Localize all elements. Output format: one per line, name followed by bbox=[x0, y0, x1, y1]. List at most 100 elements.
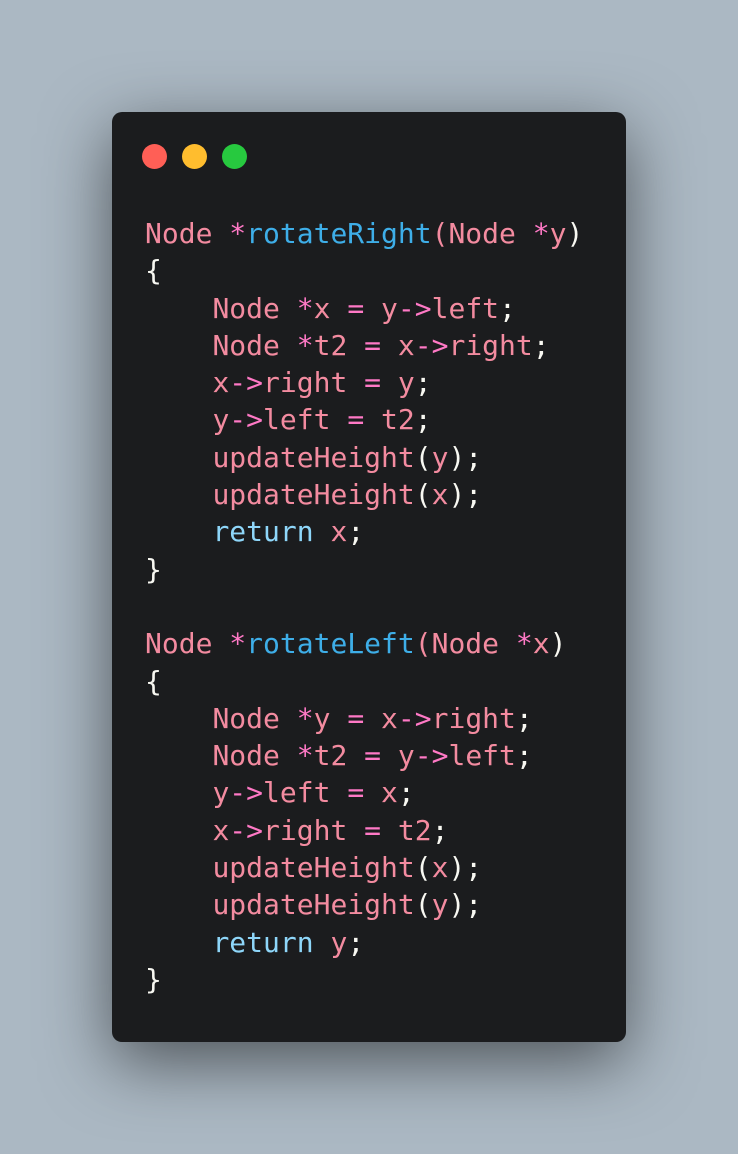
code-token: = bbox=[364, 366, 382, 400]
code-token: } bbox=[145, 962, 162, 996]
code-token: return bbox=[212, 925, 314, 959]
code-token: -> bbox=[229, 403, 264, 437]
code-token: * bbox=[296, 291, 314, 325]
code-token: x bbox=[431, 851, 449, 885]
code-token: return bbox=[212, 515, 314, 549]
code-line: Node *y = x->right; bbox=[145, 700, 583, 737]
code-token: Node bbox=[145, 217, 213, 250]
code-token: Node bbox=[145, 627, 213, 661]
code-token: left bbox=[431, 291, 500, 325]
code-token: updateHeight bbox=[212, 478, 415, 512]
code-token: right bbox=[263, 813, 348, 847]
code-line: Node *t2 = y->left; bbox=[145, 737, 583, 774]
code-token: ; bbox=[347, 515, 365, 549]
code-line: x->right = y; bbox=[145, 364, 583, 401]
code-line: updateHeight(y); bbox=[145, 439, 583, 476]
code-token: ; bbox=[515, 701, 533, 735]
code-token: Node bbox=[431, 627, 500, 661]
code-token: * bbox=[515, 627, 533, 661]
code-token: } bbox=[145, 552, 162, 586]
code-token: y bbox=[381, 291, 398, 325]
code-line: Node *rotateRight(Node *y) bbox=[145, 215, 583, 252]
code-line: Node *t2 = x->right; bbox=[145, 327, 583, 364]
code-token: * bbox=[296, 739, 314, 773]
code-line: return x; bbox=[145, 513, 583, 550]
code-token: * bbox=[296, 328, 314, 362]
code-token: -> bbox=[229, 366, 264, 400]
code-token: updateHeight bbox=[212, 888, 415, 922]
code-token: x bbox=[381, 701, 398, 735]
code-token: ( bbox=[414, 478, 432, 512]
code-window: Node *rotateRight(Node *y){ Node *x = y-… bbox=[112, 112, 626, 1042]
minimize-button[interactable] bbox=[182, 144, 207, 169]
code-token: x bbox=[330, 515, 348, 549]
code-token: t2 bbox=[381, 403, 415, 437]
code-line: updateHeight(y); bbox=[145, 886, 583, 923]
code-token: -> bbox=[414, 328, 449, 362]
code-token: right bbox=[448, 328, 533, 362]
code-token: = bbox=[347, 776, 365, 810]
code-token: x bbox=[381, 776, 398, 810]
code-token: { bbox=[145, 664, 162, 698]
code-token: y bbox=[431, 440, 449, 474]
code-token: Node bbox=[212, 701, 280, 735]
code-token: updateHeight bbox=[212, 851, 415, 885]
code-token: = bbox=[347, 701, 365, 735]
code-token: x bbox=[212, 366, 230, 400]
code-token: ) bbox=[566, 217, 584, 250]
code-line: { bbox=[145, 252, 583, 289]
code-line: } bbox=[145, 961, 583, 998]
code-token: ( bbox=[414, 440, 432, 474]
code-token: * bbox=[229, 627, 247, 661]
code-token: -> bbox=[397, 291, 432, 325]
code-token: x bbox=[397, 328, 415, 362]
code-token: -> bbox=[414, 739, 449, 773]
code-token: ; bbox=[499, 291, 516, 325]
code-token: ; bbox=[515, 739, 533, 773]
code-token: = bbox=[347, 291, 365, 325]
code-block: Node *rotateRight(Node *y){ Node *x = y-… bbox=[145, 215, 583, 998]
code-token: y bbox=[313, 701, 331, 735]
code-token: left bbox=[263, 776, 331, 810]
code-token: left bbox=[263, 403, 331, 437]
maximize-button[interactable] bbox=[222, 144, 247, 169]
code-token: y bbox=[397, 739, 415, 773]
code-token: ( bbox=[414, 851, 432, 885]
code-token: t2 bbox=[313, 739, 348, 773]
code-token: t2 bbox=[313, 328, 348, 362]
code-line: x->right = t2; bbox=[145, 812, 583, 849]
close-button[interactable] bbox=[142, 144, 167, 169]
code-token: -> bbox=[229, 776, 264, 810]
code-token: ); bbox=[448, 478, 483, 512]
code-token: ); bbox=[448, 440, 483, 474]
code-token: y bbox=[212, 403, 230, 437]
code-token: ( bbox=[431, 217, 449, 250]
code-line: Node *rotateLeft(Node *x) bbox=[145, 625, 583, 662]
code-token: -> bbox=[397, 701, 432, 735]
code-token: Node bbox=[212, 739, 280, 773]
code-line: { bbox=[145, 663, 583, 700]
code-token: ); bbox=[448, 888, 483, 922]
code-token: x bbox=[431, 478, 449, 512]
code-line: updateHeight(x); bbox=[145, 849, 583, 886]
